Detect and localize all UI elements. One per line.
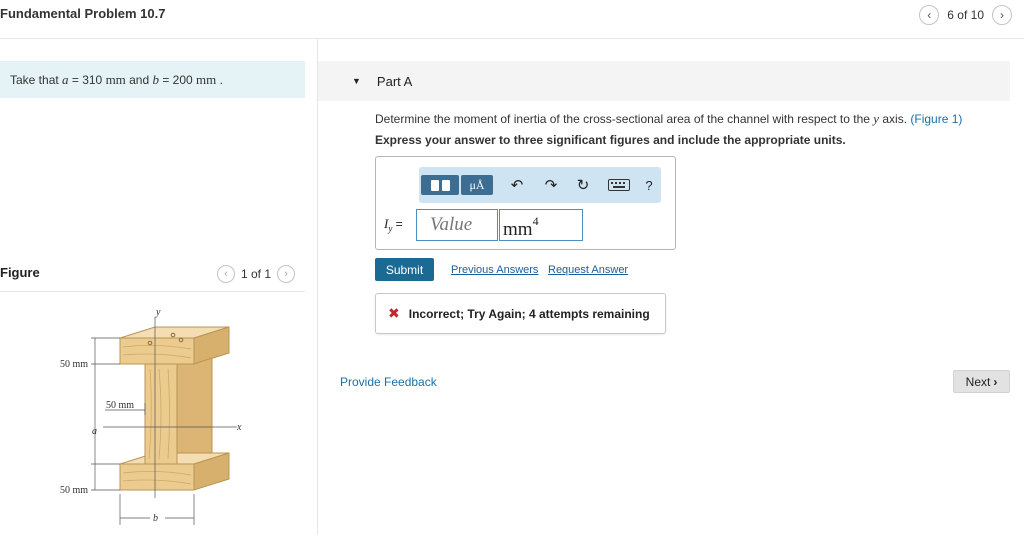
- templates-button[interactable]: [421, 175, 459, 195]
- bottom-flange-front: [119, 463, 195, 491]
- answer-box: μÅ ↶ ↷ ↻ ? Iy = mm4: [375, 156, 676, 250]
- given-statement: Take that a = 310 mm and b = 200 mm .: [0, 61, 305, 98]
- prev-problem-button[interactable]: ‹: [919, 5, 940, 25]
- chevron-right-icon: ›: [284, 268, 288, 280]
- units-button[interactable]: μÅ: [461, 175, 493, 195]
- problem-title: Fundamental Problem 10.7: [0, 6, 166, 21]
- problem-counter-text: 6 of 10: [947, 8, 984, 22]
- help-icon[interactable]: ?: [639, 175, 659, 195]
- question-text: Determine the moment of inertia of the c…: [375, 111, 962, 127]
- chevron-right-icon: ›: [993, 374, 998, 389]
- dimension-web: 50 mm: [106, 400, 134, 411]
- template-square-icon: [430, 179, 439, 191]
- figure-link[interactable]: (Figure 1): [910, 112, 962, 126]
- given-a-value: = 310: [68, 73, 106, 87]
- value-input[interactable]: [416, 209, 498, 241]
- problem-counter: ‹ 6 of 10 ›: [919, 5, 1012, 25]
- dimension-b: b: [153, 513, 158, 524]
- web-side-face: [176, 357, 213, 469]
- feedback-text: Incorrect; Try Again; 4 attempts remaini…: [408, 306, 650, 321]
- given-b-value: = 200: [159, 73, 197, 87]
- given-b-unit: mm: [196, 72, 217, 87]
- header-divider: [0, 38, 1024, 39]
- figure-divider: [0, 291, 305, 292]
- dimension-bottom-flange: 50 mm: [60, 485, 88, 496]
- figure-label: Figure: [0, 265, 40, 280]
- next-problem-button[interactable]: ›: [992, 5, 1012, 25]
- keyboard-icon-graphic: [608, 179, 630, 191]
- reset-icon[interactable]: ↻: [573, 175, 593, 195]
- given-prefix: Take that: [10, 73, 63, 87]
- units-exponent: 4: [532, 214, 539, 228]
- dimension-top-flange: 50 mm: [60, 359, 88, 370]
- feedback-message: ✖ Incorrect; Try Again; 4 attempts remai…: [375, 293, 666, 334]
- column-divider: [317, 39, 318, 535]
- x-axis-label: x: [236, 422, 242, 433]
- previous-answers-link[interactable]: Previous Answers: [451, 264, 538, 276]
- given-suffix: .: [216, 73, 223, 87]
- given-and: and: [125, 73, 153, 87]
- redo-icon[interactable]: ↷: [541, 175, 561, 195]
- units-text: mm: [503, 219, 533, 240]
- figure-pager-text: 1 of 1: [241, 267, 272, 281]
- part-a-header[interactable]: ▼ Part A: [318, 61, 1010, 101]
- keyboard-icon[interactable]: [606, 175, 632, 195]
- given-a-unit: mm: [105, 72, 126, 87]
- chevron-left-icon: ‹: [927, 8, 932, 22]
- close-x-icon: ✖: [388, 305, 400, 321]
- chevron-right-icon: ›: [1000, 8, 1004, 22]
- question-post: axis.: [879, 112, 911, 126]
- next-button-label: Next: [965, 374, 991, 389]
- collapse-triangle-icon[interactable]: ▼: [352, 76, 361, 86]
- math-toolbar: μÅ ↶ ↷ ↻ ?: [419, 167, 661, 203]
- units-input[interactable]: mm4: [499, 209, 583, 241]
- answer-instructions: Express your answer to three significant…: [375, 133, 846, 147]
- variable-label: Iy =: [384, 216, 403, 233]
- i-beam-figure[interactable]: y x 50 mm 50 mm a 50 mm b: [55, 303, 245, 528]
- figure-next-button[interactable]: ›: [277, 265, 296, 283]
- figure-prev-button[interactable]: ‹: [217, 265, 235, 283]
- template-square-icon: [441, 179, 450, 191]
- submit-button[interactable]: Submit: [375, 258, 434, 281]
- y-axis-label: y: [155, 307, 161, 318]
- top-flange-front: [119, 337, 195, 365]
- next-button[interactable]: Next ›: [953, 370, 1010, 393]
- request-answer-link[interactable]: Request Answer: [548, 264, 628, 276]
- undo-icon[interactable]: ↶: [507, 175, 527, 195]
- provide-feedback-link[interactable]: Provide Feedback: [340, 375, 437, 389]
- dimension-a: a: [92, 426, 97, 437]
- chevron-left-icon: ‹: [224, 268, 228, 280]
- question-pre: Determine the moment of inertia of the c…: [375, 112, 874, 126]
- figure-pager: ‹ 1 of 1 ›: [217, 265, 296, 283]
- part-a-label: Part A: [376, 73, 413, 89]
- variable-equals: =: [392, 217, 403, 231]
